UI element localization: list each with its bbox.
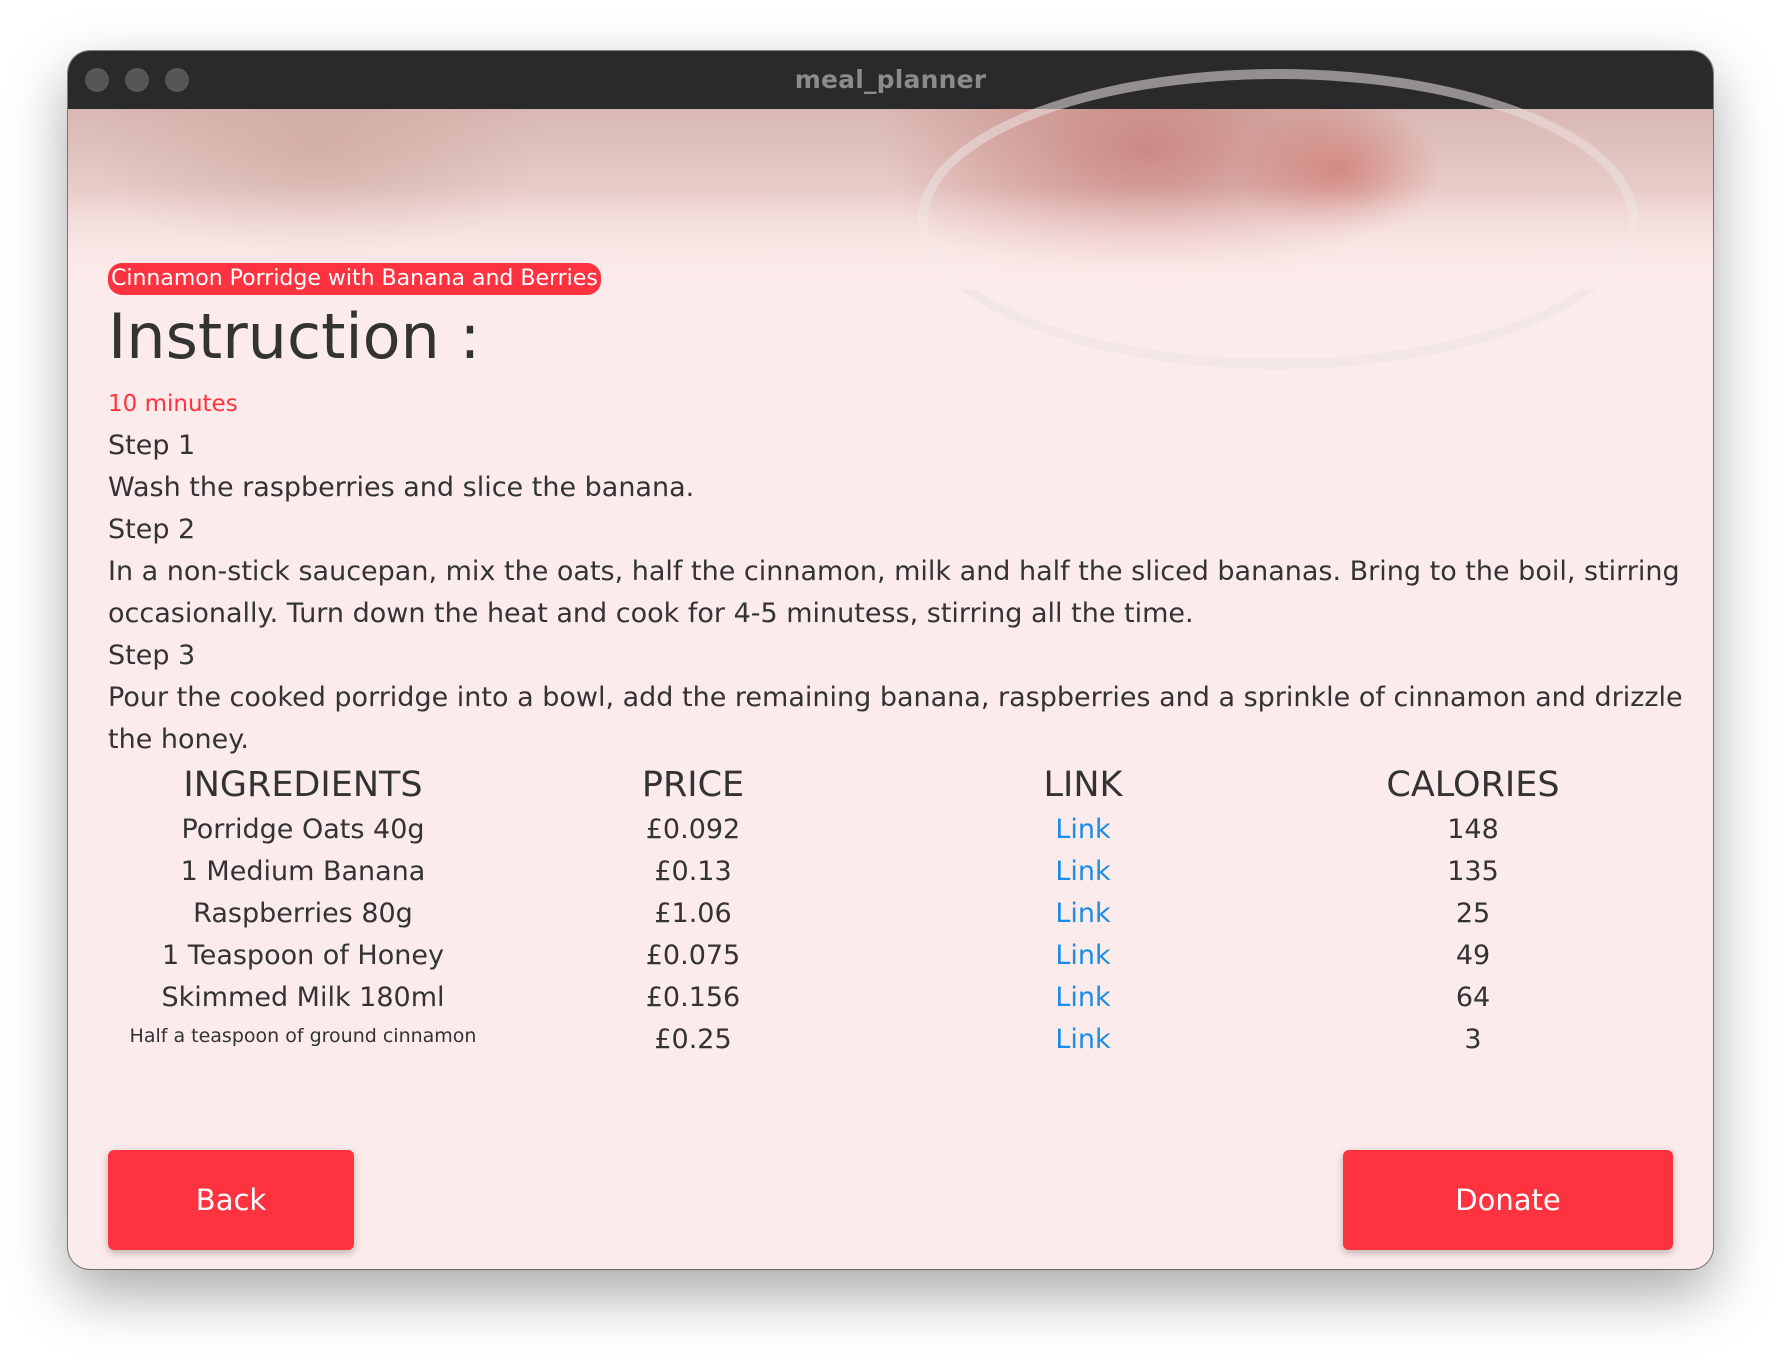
instruction-heading: Instruction : — [108, 300, 481, 373]
calories-cell: 135 — [1447, 856, 1499, 887]
price-cell: £0.092 — [645, 814, 741, 845]
ingredients-column-header: INGREDIENTS — [183, 765, 423, 805]
price-cell: £1.06 — [654, 898, 732, 929]
calories-cell: 3 — [1464, 1024, 1482, 1055]
ingredient-cell: Porridge Oats 40g — [181, 814, 425, 845]
ingredient-link[interactable]: Link — [888, 1019, 1278, 1061]
step-title: Step 1 — [108, 430, 196, 461]
recipe-hero-image: Cinnamon Porridge with Banana and Berrie… — [68, 69, 1713, 369]
ingredient-link[interactable]: Link — [888, 977, 1278, 1019]
price-cell: £0.13 — [654, 856, 732, 887]
recipe-name-badge: Cinnamon Porridge with Banana and Berrie… — [108, 263, 601, 295]
price-cell: £0.25 — [654, 1024, 732, 1055]
step-text: Pour the cooked porridge into a bowl, ad… — [108, 682, 1683, 755]
calories-column-header: CALORIES — [1386, 765, 1560, 805]
step-title: Step 3 — [108, 640, 196, 671]
ingredients-table: INGREDIENTS PRICE LINK CALORIES Porridge… — [108, 761, 1668, 1061]
link-column-header: LINK — [1043, 765, 1123, 805]
step-3: Step 3 Pour the cooked porridge into a b… — [108, 635, 1688, 761]
table-row: Porridge Oats 40g £0.092 Link 148 — [108, 809, 1668, 851]
calories-cell: 64 — [1455, 982, 1491, 1013]
calories-cell: 49 — [1455, 940, 1491, 971]
table-row: 1 Medium Banana £0.13 Link 135 — [108, 851, 1668, 893]
table-row: Raspberries 80g £1.06 Link 25 — [108, 893, 1668, 935]
ingredient-link[interactable]: Link — [888, 851, 1278, 893]
ingredient-link[interactable]: Link — [888, 809, 1278, 851]
table-row: 1 Teaspoon of Honey £0.075 Link 49 — [108, 935, 1668, 977]
price-cell: £0.075 — [645, 940, 741, 971]
ingredient-link[interactable]: Link — [888, 935, 1278, 977]
step-1: Step 1 Wash the raspberries and slice th… — [108, 425, 1688, 509]
step-text: Wash the raspberries and slice the banan… — [108, 472, 695, 503]
ingredient-cell: 1 Teaspoon of Honey — [162, 940, 444, 971]
donate-button[interactable]: Donate — [1343, 1150, 1673, 1250]
step-2: Step 2 In a non-stick saucepan, mix the … — [108, 509, 1688, 635]
calories-cell: 25 — [1455, 898, 1491, 929]
app-window: meal_planner Cinnamon Porridge with Bana… — [68, 51, 1713, 1269]
back-button[interactable]: Back — [108, 1150, 354, 1250]
window-title: meal_planner — [794, 65, 987, 94]
instruction-steps: Step 1 Wash the raspberries and slice th… — [108, 425, 1688, 761]
ingredient-cell: Skimmed Milk 180ml — [161, 982, 445, 1013]
ingredient-link[interactable]: Link — [888, 893, 1278, 935]
table-row: Skimmed Milk 180ml £0.156 Link 64 — [108, 977, 1668, 1019]
ingredient-cell: Half a teaspoon of ground cinnamon — [129, 1025, 477, 1047]
ingredient-cell: Raspberries 80g — [193, 898, 413, 929]
ingredient-cell: 1 Medium Banana — [180, 856, 426, 887]
cooking-duration: 10 minutes — [108, 391, 238, 417]
price-column-header: PRICE — [641, 765, 745, 805]
step-text: In a non-stick saucepan, mix the oats, h… — [108, 556, 1680, 629]
calories-cell: 148 — [1447, 814, 1499, 845]
table-header: INGREDIENTS PRICE LINK CALORIES — [108, 761, 1668, 809]
price-cell: £0.156 — [645, 982, 741, 1013]
table-row: Half a teaspoon of ground cinnamon £0.25… — [108, 1019, 1668, 1061]
step-title: Step 2 — [108, 514, 196, 545]
